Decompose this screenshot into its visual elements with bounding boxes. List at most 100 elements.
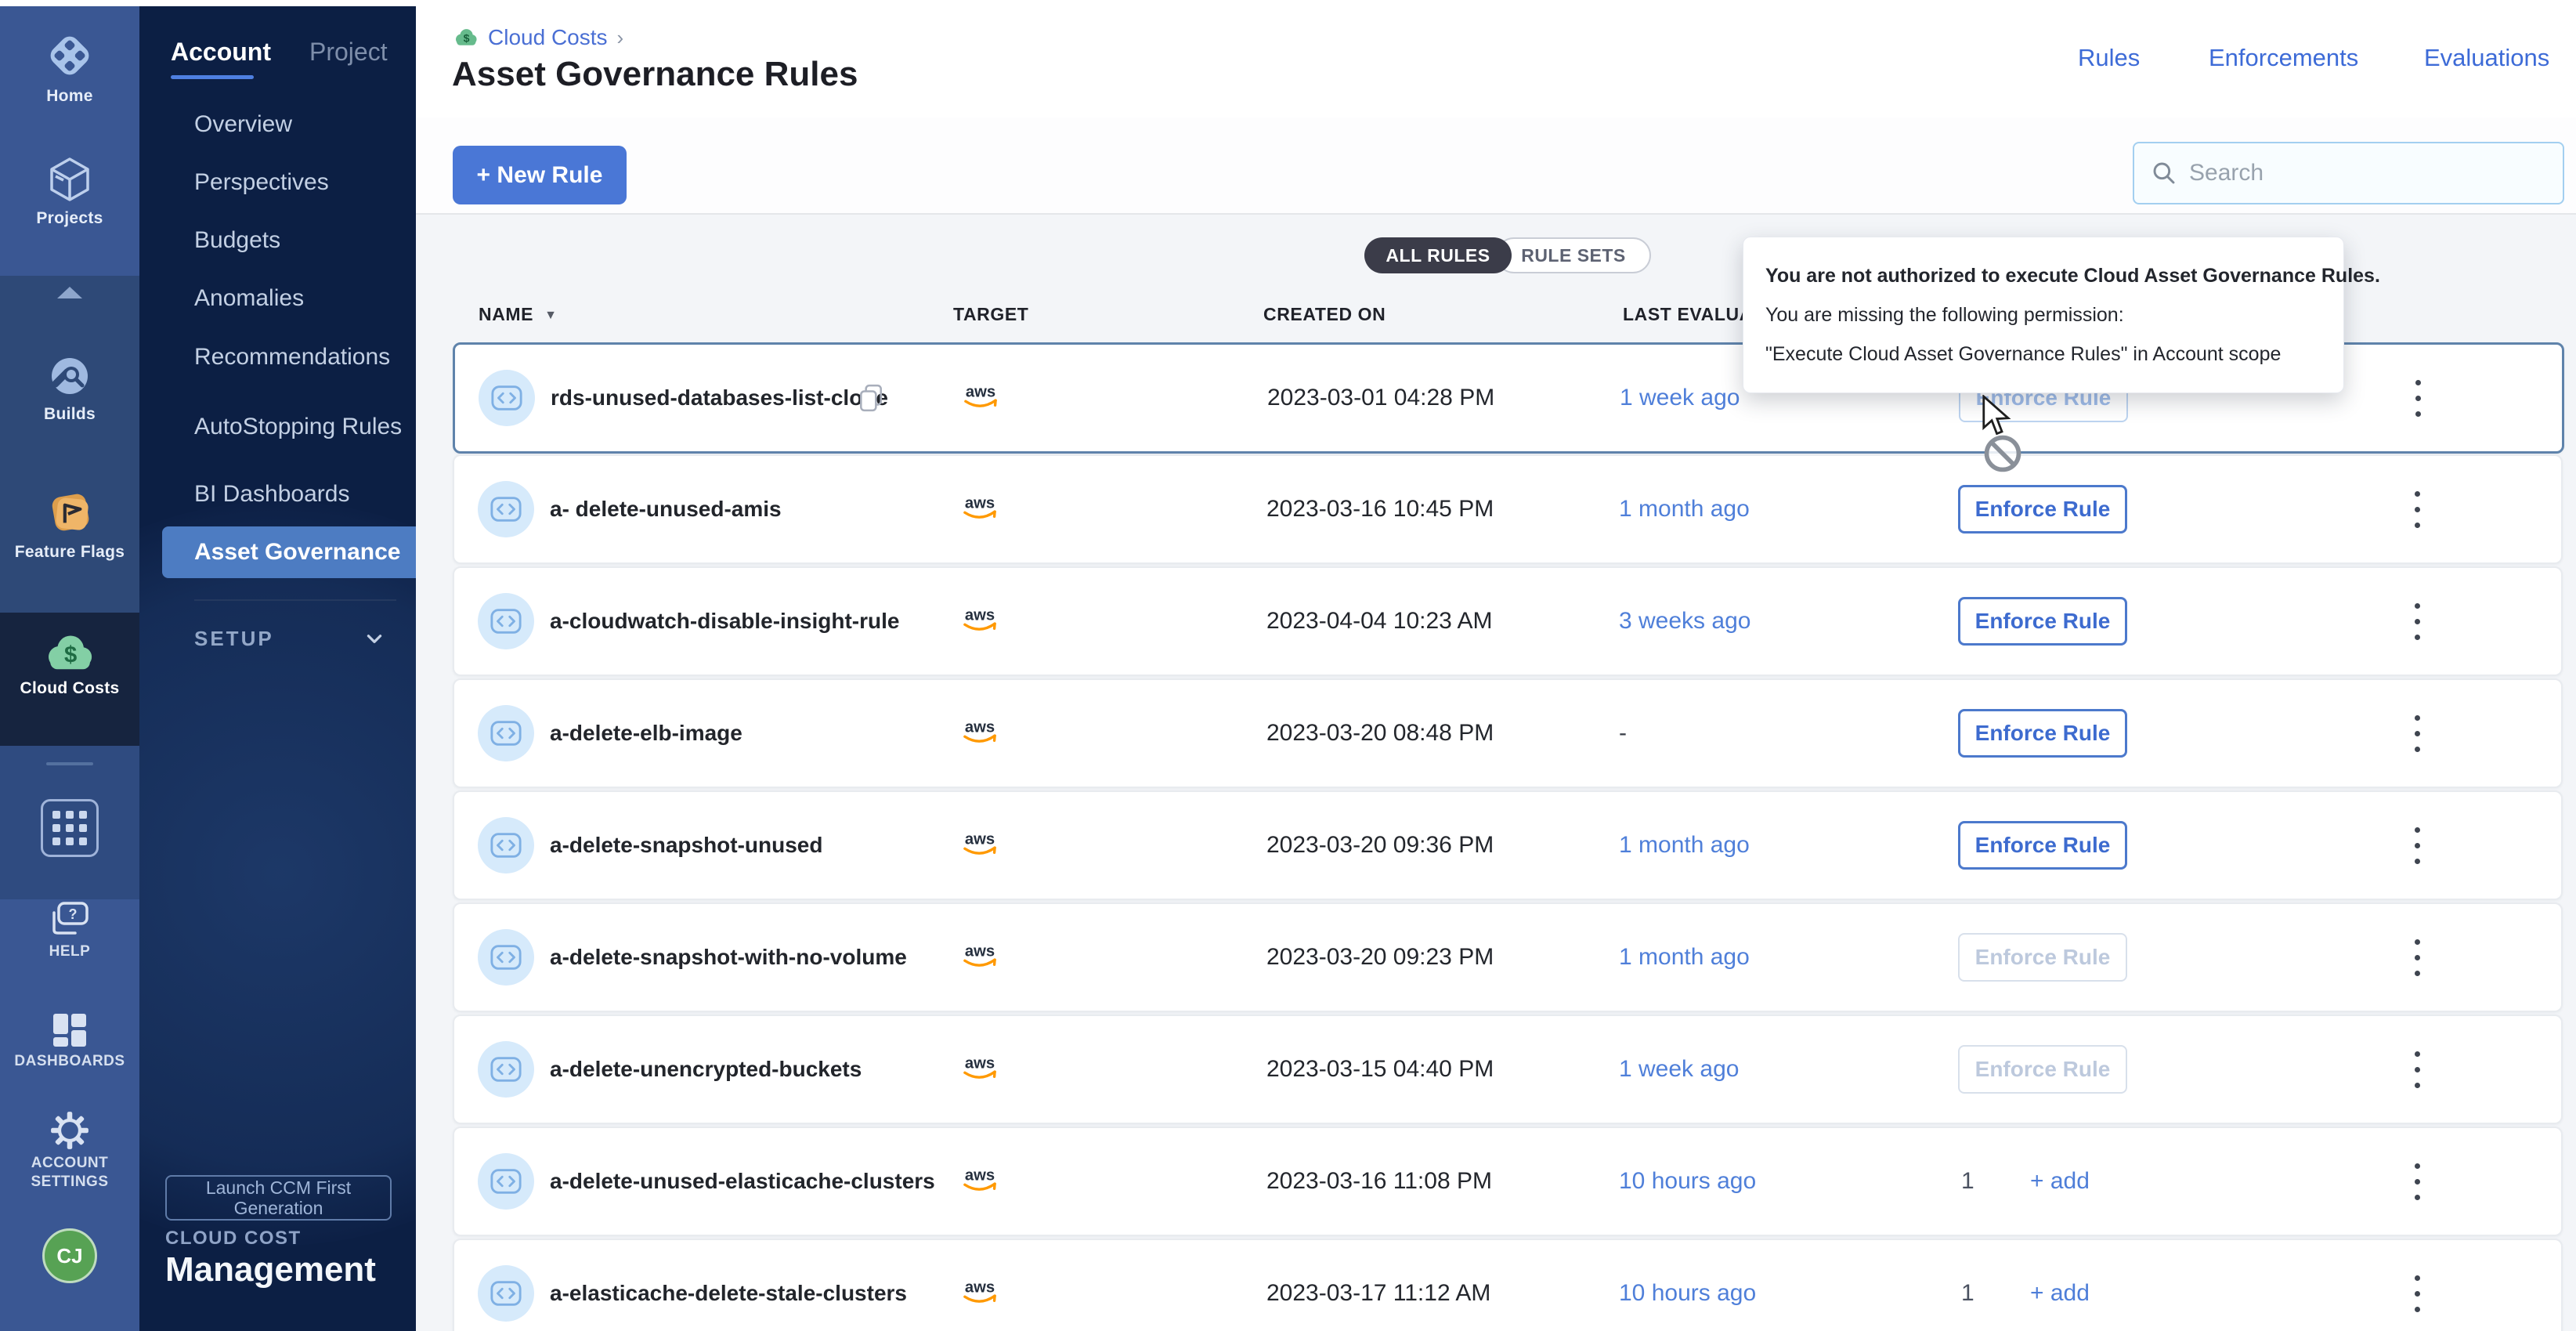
rule-created-on: 2023-03-15 04:40 PM bbox=[1266, 1056, 1494, 1083]
nav-item-perspectives[interactable]: Perspectives bbox=[194, 169, 329, 196]
tooltip-line-2: You are missing the following permission… bbox=[1765, 295, 2321, 335]
link-rules[interactable]: Rules bbox=[2078, 44, 2140, 72]
enforce-rule-button[interactable]: Enforce Rule bbox=[1958, 709, 2127, 758]
nav-item-asset-governance[interactable]: Asset Governance bbox=[162, 526, 416, 578]
row-menu-kebab[interactable] bbox=[2401, 706, 2433, 761]
row-menu-kebab[interactable] bbox=[2402, 371, 2433, 425]
avatar: CJ bbox=[42, 1228, 97, 1283]
flag-icon bbox=[44, 487, 96, 539]
rules-toggle: RULE SETS ALL RULES bbox=[1364, 237, 1651, 272]
column-header-created-on: CREATED ON bbox=[1263, 304, 1386, 325]
toolbar: + New Rule bbox=[416, 118, 2576, 213]
row-menu-kebab[interactable] bbox=[2401, 1154, 2433, 1209]
nav-divider bbox=[194, 599, 396, 601]
enforcement-count: 1 bbox=[1961, 1168, 1974, 1195]
sidebar-item-account-settings[interactable]: ACCOUNT SETTINGS bbox=[0, 1111, 139, 1192]
builds-icon bbox=[45, 351, 95, 401]
search-input[interactable] bbox=[2188, 159, 2527, 187]
sidebar-item-feature-flags[interactable]: Feature Flags bbox=[0, 487, 139, 562]
new-rule-button[interactable]: + New Rule bbox=[453, 146, 627, 204]
tooltip-line-3: "Execute Cloud Asset Governance Rules" i… bbox=[1765, 335, 2321, 374]
row-menu-kebab[interactable] bbox=[2401, 818, 2433, 873]
search-box[interactable] bbox=[2133, 142, 2564, 204]
rule-created-on: 2023-03-17 11:12 AM bbox=[1266, 1280, 1490, 1307]
nav-item-autostopping-rules[interactable]: AutoStopping Rules bbox=[194, 414, 402, 440]
nav-item-anomalies[interactable]: Anomalies bbox=[194, 285, 304, 312]
add-enforcement-link[interactable]: + add bbox=[2030, 1280, 2090, 1307]
row-menu-kebab[interactable] bbox=[2401, 482, 2433, 537]
row-menu-kebab[interactable] bbox=[2401, 930, 2433, 985]
rail-collapse-chevron[interactable] bbox=[0, 287, 139, 298]
rule-type-icon bbox=[478, 1153, 534, 1210]
rule-last-evaluation: 1 month ago bbox=[1619, 944, 1750, 971]
sort-caret-icon[interactable]: ▼ bbox=[544, 309, 557, 323]
table-row[interactable]: a-delete-snapshot-with-no-volume aws 202… bbox=[453, 902, 2563, 1012]
sidebar-item-builds[interactable]: Builds bbox=[0, 351, 139, 424]
aws-target-icon: aws bbox=[959, 606, 1001, 638]
nav-setup-section[interactable]: SETUP bbox=[194, 627, 385, 658]
enforce-rule-button[interactable]: Enforce Rule bbox=[1958, 597, 2127, 646]
rule-type-icon bbox=[478, 1041, 534, 1098]
sidebar-item-cloud-costs[interactable]: $ Cloud Costs bbox=[0, 631, 139, 698]
sidebar-item-projects[interactable]: Projects bbox=[0, 154, 139, 228]
row-menu-kebab[interactable] bbox=[2401, 1042, 2433, 1097]
not-allowed-icon bbox=[1983, 434, 2022, 473]
breadcrumb[interactable]: $ Cloud Costs › bbox=[452, 24, 623, 52]
table-row[interactable]: a-cloudwatch-disable-insight-rule aws 20… bbox=[453, 566, 2563, 676]
rule-type-icon bbox=[478, 817, 534, 873]
enforce-rule-button[interactable]: Enforce Rule bbox=[1958, 1045, 2127, 1094]
table-row[interactable]: a-elasticache-delete-stale-clusters aws … bbox=[453, 1239, 2563, 1331]
search-icon bbox=[2151, 161, 2177, 186]
rail-segment-builds bbox=[0, 276, 139, 613]
table-row[interactable]: a-delete-elb-image aws 2023-03-20 08:48 … bbox=[453, 678, 2563, 788]
toggle-rule-sets[interactable]: RULE SETS bbox=[1496, 237, 1651, 273]
aws-target-icon: aws bbox=[959, 718, 1001, 750]
setup-label: SETUP bbox=[194, 627, 274, 650]
rule-name: a- delete-unused-amis bbox=[550, 497, 782, 522]
aws-target-icon: aws bbox=[959, 1166, 1001, 1198]
launch-ccm-first-gen-button[interactable]: Launch CCM First Generation bbox=[165, 1175, 392, 1221]
link-enforcements[interactable]: Enforcements bbox=[2209, 44, 2358, 72]
cloud-dollar-icon: $ bbox=[42, 631, 98, 675]
column-header-name[interactable]: NAME▼ bbox=[479, 304, 558, 325]
nav-item-recommendations[interactable]: Recommendations bbox=[194, 344, 390, 371]
table-row[interactable]: a- delete-unused-amis aws 2023-03-16 10:… bbox=[453, 454, 2563, 564]
rule-created-on: 2023-03-20 09:23 PM bbox=[1266, 944, 1494, 971]
enforce-rule-button[interactable]: Enforce Rule bbox=[1958, 485, 2127, 533]
enforce-rule-button[interactable]: Enforce Rule bbox=[1958, 821, 2127, 870]
table-row[interactable]: a-delete-unused-elasticache-clusters aws… bbox=[453, 1127, 2563, 1236]
aws-target-icon: aws bbox=[959, 1054, 1001, 1086]
breadcrumb-link[interactable]: Cloud Costs bbox=[488, 25, 608, 50]
svg-text:aws: aws bbox=[965, 1279, 995, 1297]
asset-governance-page: Home Projects Builds bbox=[0, 0, 2576, 1331]
tab-project[interactable]: Project bbox=[309, 38, 388, 67]
sidebar-item-home[interactable]: Home bbox=[0, 28, 139, 106]
rule-type-icon bbox=[478, 1265, 534, 1322]
rule-last-evaluation: 1 week ago bbox=[1619, 1056, 1739, 1083]
nav-item-overview[interactable]: Overview bbox=[194, 111, 292, 138]
page-header: $ Cloud Costs › Asset Governance Rules R… bbox=[416, 0, 2576, 119]
sidebar-item-dashboards[interactable]: DASHBOARDS bbox=[0, 1012, 139, 1071]
copy-icon[interactable] bbox=[858, 384, 883, 412]
table-row[interactable]: a-delete-snapshot-unused aws 2023-03-20 … bbox=[453, 790, 2563, 900]
rule-name: a-delete-elb-image bbox=[550, 721, 742, 746]
toggle-all-rules[interactable]: ALL RULES bbox=[1364, 237, 1512, 273]
enforce-rule-button[interactable]: Enforce Rule bbox=[1958, 933, 2127, 982]
module-selector[interactable] bbox=[0, 799, 139, 857]
add-enforcement-link[interactable]: + add bbox=[2030, 1168, 2090, 1195]
sidebar-item-help[interactable]: ? HELP bbox=[0, 901, 139, 961]
rule-last-evaluation: 1 month ago bbox=[1619, 832, 1750, 859]
table-row[interactable]: a-delete-unencrypted-buckets aws 2023-03… bbox=[453, 1015, 2563, 1124]
gear-icon bbox=[50, 1111, 89, 1150]
user-avatar[interactable]: CJ bbox=[0, 1228, 139, 1283]
rule-name: a-delete-snapshot-unused bbox=[550, 833, 822, 858]
column-header-target: TARGET bbox=[953, 304, 1028, 325]
row-menu-kebab[interactable] bbox=[2401, 594, 2433, 649]
rule-last-evaluation: 10 hours ago bbox=[1619, 1168, 1756, 1195]
rule-created-on: 2023-03-20 09:36 PM bbox=[1266, 832, 1494, 859]
tab-account[interactable]: Account bbox=[171, 38, 271, 67]
row-menu-kebab[interactable] bbox=[2401, 1266, 2433, 1321]
link-evaluations[interactable]: Evaluations bbox=[2424, 44, 2549, 72]
nav-item-budgets[interactable]: Budgets bbox=[194, 227, 280, 254]
nav-item-bi-dashboards[interactable]: BI Dashboards bbox=[194, 481, 349, 508]
